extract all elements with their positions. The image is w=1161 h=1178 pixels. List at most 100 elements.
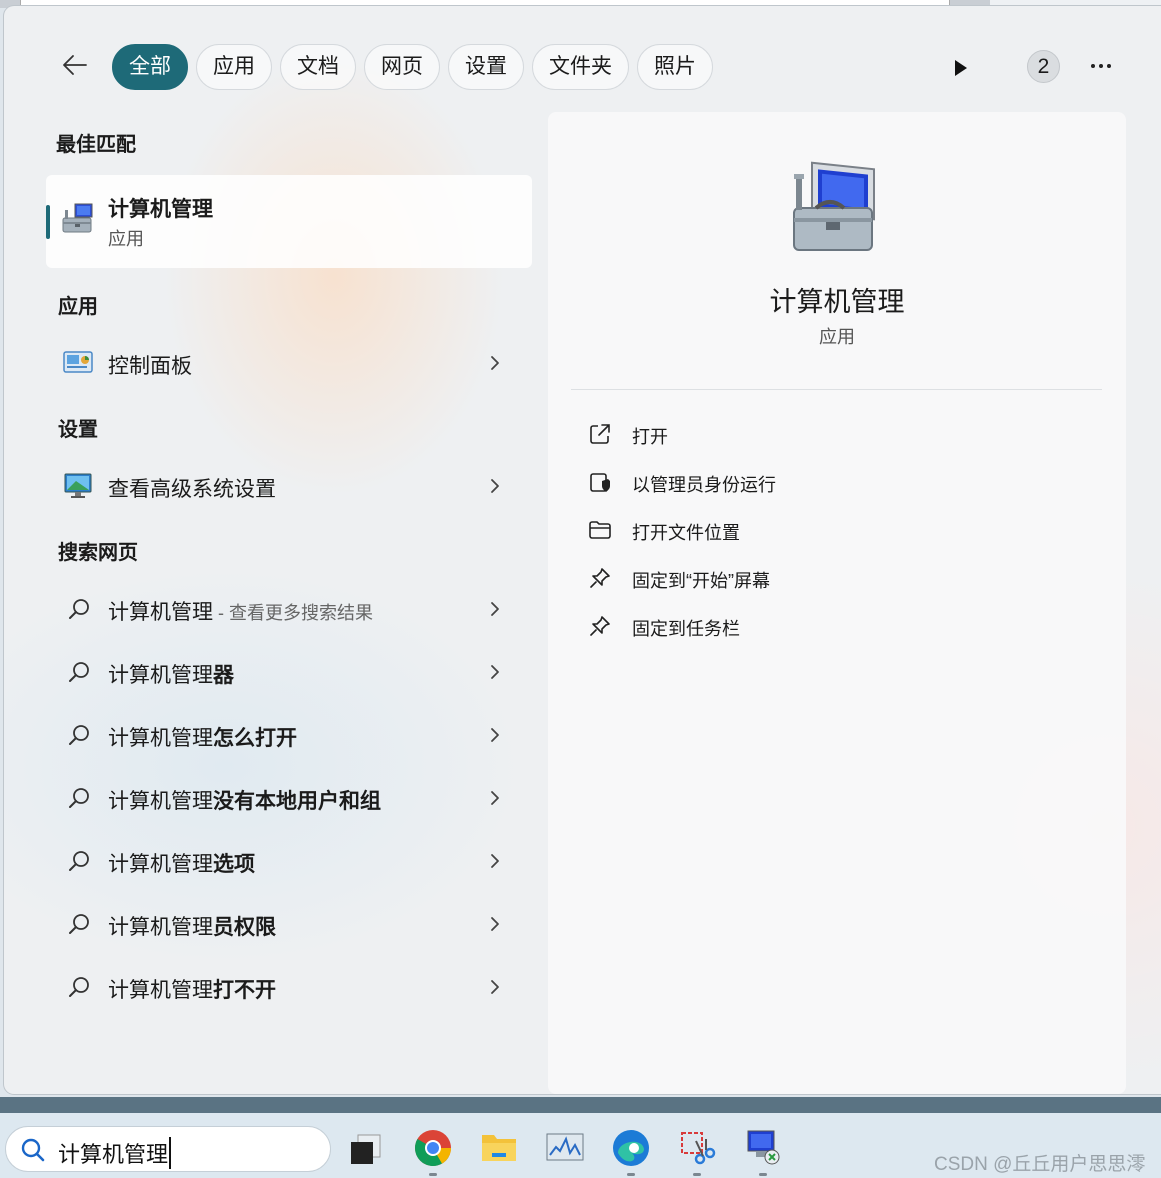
chevron-right-icon [491,917,499,931]
action-open[interactable]: 打开 [578,414,1078,454]
web-hint-text: - 查看更多搜索结果 [213,603,373,623]
web-suggestion[interactable]: 计算机管理选项 [46,833,532,889]
more-filters-button[interactable] [950,56,972,80]
back-button[interactable] [60,50,100,82]
web-suggestion[interactable]: 计算机管理员权限 [46,896,532,952]
suggestion-prefix: 计算机管理 [108,853,213,876]
suggestion-completion: 怎么打开 [213,727,297,750]
pin-icon [590,616,610,636]
chevron-right-icon [491,356,499,370]
web-result-label: 计算机管理 - 查看更多搜索结果 [108,596,373,626]
file-explorer-button[interactable] [478,1127,520,1169]
settings-item-advanced-system[interactable]: 查看高级系统设置 [46,458,532,514]
detail-subtitle: 应用 [819,327,855,347]
chrome-button[interactable] [412,1127,454,1176]
computer-management-icon [793,161,875,251]
action-pin-to-taskbar[interactable]: 固定到任务栏 [578,606,1078,646]
tab-folders[interactable]: 文件夹 [532,44,629,90]
suggestion-prefix: 计算机管理 [108,916,213,939]
ellipsis-icon [1091,64,1111,68]
web-suggestion-label: 计算机管理选项 [108,848,255,878]
system-settings-icon [64,473,92,498]
app-item-control-panel[interactable]: 控制面板 [46,335,532,391]
chevron-right-icon [491,980,499,994]
best-match-title: 计算机管理 [108,198,213,221]
chrome-icon [415,1130,451,1167]
web-suggestion[interactable]: 计算机管理打不开 [46,959,532,1015]
chevron-right-icon [491,728,499,742]
tab-photos[interactable]: 照片 [637,44,713,90]
action-label: 打开 [632,427,668,447]
snipping-tool-icon [681,1132,716,1165]
running-indicator [627,1173,635,1176]
running-indicator [429,1173,437,1176]
apps-heading: 应用 [58,296,98,318]
suggestion-prefix: 计算机管理 [108,664,213,687]
chevron-right-icon [491,479,499,493]
rewards-badge[interactable]: 2 [1027,50,1060,83]
web-heading: 搜索网页 [58,542,138,564]
tab-all[interactable]: 全部 [112,44,188,90]
computer-management-icon [62,203,93,233]
action-open-file-location[interactable]: 打开文件位置 [578,510,1078,550]
play-icon [955,60,967,76]
suggestion-completion: 员权限 [213,916,276,939]
more-options-button[interactable] [1086,52,1116,80]
tab-web[interactable]: 网页 [364,44,440,90]
open-external-icon [590,424,610,444]
web-result-more[interactable]: 计算机管理 - 查看更多搜索结果 [46,581,532,637]
tab-apps[interactable]: 应用 [196,44,272,90]
control-panel-icon [63,351,93,373]
pin-icon [590,568,610,588]
running-indicator [759,1173,767,1176]
taskbar-border [0,1097,1161,1113]
web-suggestion-label: 计算机管理器 [108,659,234,689]
web-suggestion[interactable]: 计算机管理怎么打开 [46,707,532,763]
search-icon [69,599,89,619]
tab-documents[interactable]: 文档 [280,44,356,90]
search-icon [21,1138,45,1162]
divider [571,389,1102,390]
suggestion-prefix: 计算机管理 [108,790,213,813]
action-label: 打开文件位置 [632,523,740,543]
best-match-item[interactable]: 计算机管理 应用 [46,175,532,268]
chevron-right-icon [491,854,499,868]
tab-settings[interactable]: 设置 [448,44,524,90]
selection-accent [46,205,50,239]
action-label: 以管理员身份运行 [632,475,776,495]
edge-button[interactable] [610,1127,652,1176]
filter-tabs: 全部 应用 文档 网页 设置 文件夹 照片 [112,44,713,90]
action-label: 固定到任务栏 [632,619,740,639]
action-run-as-admin[interactable]: 以管理员身份运行 [578,462,1078,502]
chevron-right-icon [491,665,499,679]
action-pin-to-start[interactable]: 固定到“开始”屏幕 [578,558,1078,598]
resource-monitor-icon [546,1133,584,1161]
chevron-right-icon [491,602,499,616]
web-suggestion-label: 计算机管理没有本地用户和组 [108,785,381,815]
suggestion-completion: 选项 [213,853,255,876]
suggestion-completion: 器 [213,664,234,687]
web-suggestion-label: 计算机管理打不开 [108,974,276,1004]
web-suggestion[interactable]: 计算机管理器 [46,644,532,700]
taskbar: 计算机管理 CSDN @丘丘用户思思澪 [0,1113,1161,1178]
settings-item-label: 查看高级系统设置 [108,478,276,501]
file-explorer-icon [482,1135,516,1161]
suggestion-prefix: 计算机管理 [108,727,213,750]
shield-icon [590,473,610,492]
remote-desktop-icon [747,1130,780,1165]
chevron-right-icon [491,791,499,805]
task-view-button[interactable] [346,1127,388,1169]
running-indicator [693,1173,701,1176]
remote-desktop-button[interactable] [742,1127,784,1176]
taskbar-search-box[interactable]: 计算机管理 [5,1126,331,1172]
snipping-tool-button[interactable] [676,1127,718,1176]
search-icon [69,851,89,871]
search-icon [69,914,89,934]
web-suggestion[interactable]: 计算机管理没有本地用户和组 [46,770,532,826]
search-icon [69,725,89,745]
settings-heading: 设置 [58,419,98,441]
resource-monitor-button[interactable] [544,1127,586,1169]
arrow-left-icon [63,55,87,75]
detail-title: 计算机管理 [769,287,905,317]
suggestion-completion: 打不开 [213,979,276,1002]
